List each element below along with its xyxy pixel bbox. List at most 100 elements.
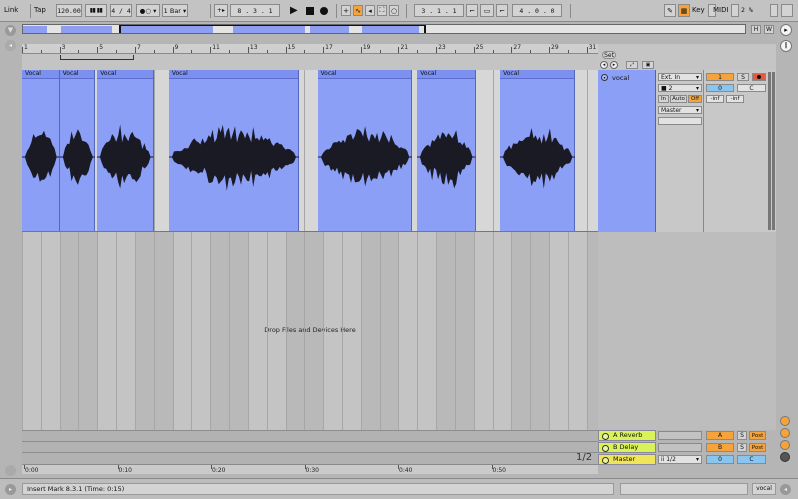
cue-out-select[interactable]: ii 1/2 ▾: [658, 455, 702, 464]
clip-name[interactable]: Vocal: [168, 70, 298, 79]
orange-toggle-2-icon[interactable]: [780, 428, 790, 438]
mixer-toggle-icon[interactable]: ‖: [780, 40, 792, 52]
waveform-shape: [171, 124, 296, 191]
return-a-name[interactable]: A Reverb: [598, 430, 656, 441]
set-locator-button[interactable]: Set: [602, 51, 616, 59]
audio-clip[interactable]: Vocal: [97, 70, 154, 231]
master-pan-field[interactable]: C: [737, 455, 766, 464]
fold-track-icon[interactable]: ▾: [601, 74, 608, 81]
clip-name[interactable]: Vocal: [22, 70, 59, 79]
dark-toggle-icon[interactable]: [780, 452, 790, 462]
detail-toggle-icon[interactable]: ◂: [780, 484, 791, 495]
monitor-in-button[interactable]: In: [658, 95, 669, 103]
audio-clip[interactable]: Vocal: [59, 70, 96, 231]
loop-switch-button[interactable]: ▭: [480, 4, 494, 17]
arm-button[interactable]: [752, 73, 766, 81]
loop-brace[interactable]: [60, 55, 134, 60]
w-button[interactable]: W: [764, 25, 774, 34]
browser-toggle-icon[interactable]: ▼: [5, 25, 16, 36]
volume-field[interactable]: 0: [706, 84, 734, 92]
master-volume-field[interactable]: 0: [706, 455, 734, 464]
time-ruler[interactable]: 0:00 0:10 0:20 0:30 0:40 0:50: [22, 464, 598, 474]
return-b-solo[interactable]: S: [737, 443, 747, 452]
draw-mode-button[interactable]: ✎: [664, 4, 676, 17]
track-activator-button[interactable]: 1: [706, 73, 734, 81]
return-lane-a[interactable]: [22, 430, 598, 441]
return-a-solo[interactable]: S: [737, 431, 747, 440]
pan-field[interactable]: C: [737, 84, 766, 92]
clip-name[interactable]: Vocal: [97, 70, 153, 79]
tempo-field[interactable]: 120.00: [56, 4, 82, 17]
clip-name[interactable]: Vocal: [59, 70, 95, 79]
empty-arrangement-area[interactable]: Drop Files and Devices Here: [22, 232, 598, 430]
input-channel-select[interactable]: ■ 2 ▾: [658, 84, 702, 92]
quantize-menu[interactable]: 1 Bar ▾: [162, 4, 188, 17]
zoom-icon[interactable]: [5, 465, 16, 476]
return-a-post[interactable]: Post: [749, 431, 766, 440]
audio-clip[interactable]: Vocal: [168, 70, 299, 231]
clip-name[interactable]: Vocal: [417, 70, 475, 79]
track-name[interactable]: vocal: [612, 74, 629, 82]
track-header[interactable]: ▾ vocal: [598, 70, 656, 232]
lock-icon[interactable]: ▣: [642, 61, 654, 69]
loop-start-field[interactable]: 3 . 1 . 1: [414, 4, 464, 17]
orange-toggle-1-icon[interactable]: [780, 416, 790, 426]
vocal-track-lane[interactable]: Vocal Vocal Vocal Vocal Vocal Vocal Vocal: [22, 70, 598, 232]
stop-icon[interactable]: [306, 7, 314, 15]
prev-locator-icon[interactable]: ◂: [600, 61, 608, 69]
metronome-button[interactable]: ●○ ▾: [136, 4, 160, 17]
audio-clip[interactable]: Vocal: [22, 70, 60, 231]
nudge-buttons[interactable]: ▮▮ ▮▮: [85, 4, 107, 17]
beat-time-ruler[interactable]: 1 3 5 7 9 11 13 15 17 19 21 23 25 27 29 31: [22, 44, 598, 54]
ruler-tick: [153, 50, 155, 53]
return-a-activator[interactable]: A: [706, 431, 734, 440]
punch-out-button[interactable]: ⌐: [496, 4, 508, 17]
scroll-left-icon[interactable]: ◂: [5, 40, 16, 51]
key-map-button[interactable]: Key: [692, 6, 705, 14]
reenable-automation-button[interactable]: ◂: [365, 5, 375, 16]
computer-midi-keyboard-button[interactable]: ▦: [678, 4, 690, 17]
time-signature-field[interactable]: 4 / 4: [110, 4, 132, 17]
master-name[interactable]: Master: [598, 454, 656, 465]
clip-name[interactable]: Vocal: [500, 70, 575, 79]
overview-view-box[interactable]: [119, 25, 426, 33]
info-toggle-icon[interactable]: ▸: [5, 484, 16, 495]
monitor-auto-button[interactable]: Auto: [670, 95, 687, 103]
audio-clip[interactable]: Vocal: [317, 70, 412, 231]
automation-arm-button[interactable]: ∿: [353, 5, 363, 16]
return-b-name[interactable]: B Delay: [598, 442, 656, 453]
midi-map-button[interactable]: MIDI: [713, 6, 729, 14]
solo-button[interactable]: S: [737, 73, 749, 81]
link-button[interactable]: Link: [4, 6, 18, 14]
loop-bar[interactable]: [22, 54, 598, 70]
audio-clip[interactable]: Vocal: [500, 70, 576, 231]
output-channel-select[interactable]: [658, 117, 702, 125]
session-record-button[interactable]: ○: [389, 5, 399, 16]
loop-length-field[interactable]: 4 . 0 . 0: [512, 4, 562, 17]
master-lane[interactable]: [22, 452, 598, 464]
output-select[interactable]: Master ▾: [658, 106, 702, 114]
return-b-activator[interactable]: B: [706, 443, 734, 452]
next-locator-icon[interactable]: ▸: [610, 61, 618, 69]
scroll-right-icon[interactable]: ▸: [780, 24, 792, 36]
expand-icon[interactable]: ⤢: [626, 61, 638, 69]
monitor-off-button[interactable]: Off: [688, 95, 702, 103]
play-icon[interactable]: ▶: [290, 4, 298, 17]
input-type-select[interactable]: Ext. In ▾: [658, 73, 702, 81]
audio-clip[interactable]: Vocal: [417, 70, 476, 231]
record-icon[interactable]: [320, 7, 328, 15]
return-lane-b[interactable]: [22, 441, 598, 452]
return-b-post[interactable]: Post: [749, 443, 766, 452]
punch-out-icon: ⌐: [499, 6, 505, 15]
orange-toggle-3-icon[interactable]: [780, 440, 790, 450]
arrangement-overview[interactable]: [22, 24, 746, 34]
grid-line: [530, 232, 532, 430]
capture-button[interactable]: ⛶: [377, 5, 387, 16]
overdub-button[interactable]: +: [341, 5, 351, 16]
h-button[interactable]: H: [751, 25, 761, 34]
clip-name[interactable]: Vocal: [317, 70, 411, 79]
follow-button[interactable]: +▸: [214, 4, 228, 17]
song-position-field[interactable]: 8 . 3 . 1: [230, 4, 280, 17]
tap-tempo-button[interactable]: Tap: [34, 6, 46, 14]
punch-in-button[interactable]: ⌐: [466, 4, 478, 17]
